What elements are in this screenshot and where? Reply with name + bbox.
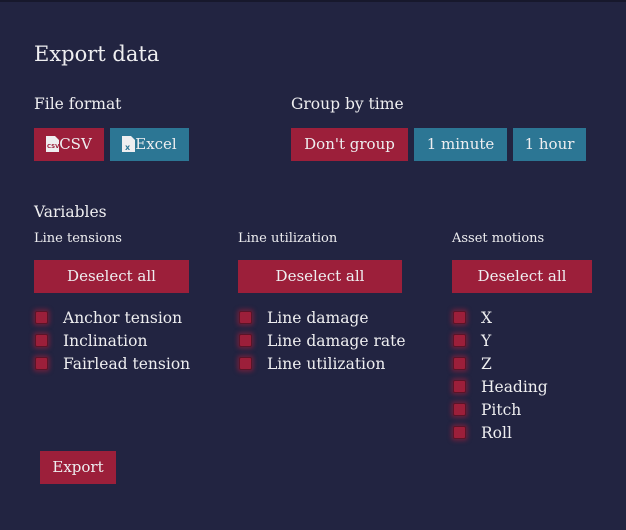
- deselect-all-line-tensions-button[interactable]: Deselect all: [34, 260, 189, 293]
- asset-motions-label: Asset motions: [452, 231, 545, 246]
- checkbox-label: X: [481, 308, 493, 327]
- deselect-all-line-utilization-button[interactable]: Deselect all: [238, 260, 402, 293]
- checkbox[interactable]: [453, 380, 466, 393]
- line-tensions-label: Line tensions: [34, 231, 122, 246]
- deselect-all-asset-motions-button[interactable]: Deselect all: [452, 260, 592, 293]
- checkbox-label: Line damage: [267, 308, 369, 327]
- checkbox[interactable]: [35, 334, 48, 347]
- checkbox-label: Roll: [481, 423, 512, 442]
- checkbox-label: Pitch: [481, 400, 522, 419]
- group-by-time-label: Group by time: [291, 95, 404, 113]
- checkbox-row[interactable]: X: [453, 306, 492, 329]
- checkbox-row[interactable]: Z: [453, 352, 492, 375]
- checkbox-label: Z: [481, 354, 492, 373]
- checkbox-row[interactable]: Line utilization: [239, 352, 385, 375]
- checkbox-label: Fairlead tension: [63, 354, 191, 373]
- checkbox[interactable]: [239, 357, 252, 370]
- file-format-label: File format: [34, 95, 122, 113]
- checkbox[interactable]: [453, 311, 466, 324]
- checkbox-row[interactable]: Roll: [453, 421, 512, 444]
- checkbox-row[interactable]: Heading: [453, 375, 548, 398]
- one-minute-button[interactable]: 1 minute: [414, 128, 507, 161]
- svg-text:CSV: CSV: [47, 144, 59, 150]
- checkbox-label: Inclination: [63, 331, 148, 350]
- checkbox[interactable]: [239, 311, 252, 324]
- checkbox-label: Line damage rate: [267, 331, 406, 350]
- checkbox-label: Heading: [481, 377, 548, 396]
- one-hour-button[interactable]: 1 hour: [513, 128, 586, 161]
- checkbox[interactable]: [35, 311, 48, 324]
- checkbox-label: Y: [481, 331, 492, 350]
- line-utilization-label: Line utilization: [238, 231, 338, 246]
- csv-file-icon: CSV: [46, 135, 60, 153]
- checkbox-row[interactable]: Fairlead tension: [35, 352, 190, 375]
- checkbox[interactable]: [239, 334, 252, 347]
- checkbox-row[interactable]: Line damage: [239, 306, 369, 329]
- checkbox[interactable]: [453, 426, 466, 439]
- checkbox[interactable]: [453, 334, 466, 347]
- page-title: Export data: [34, 42, 160, 66]
- checkbox-label: Anchor tension: [63, 308, 183, 327]
- checkbox-row[interactable]: Pitch: [453, 398, 521, 421]
- csv-label: CSV: [59, 135, 92, 153]
- excel-file-icon: x: [122, 135, 136, 153]
- export-button[interactable]: Export: [40, 451, 116, 484]
- variables-label: Variables: [34, 203, 107, 221]
- checkbox[interactable]: [35, 357, 48, 370]
- checkbox-row[interactable]: Anchor tension: [35, 306, 182, 329]
- checkbox-row[interactable]: Line damage rate: [239, 329, 406, 352]
- csv-button[interactable]: CSV CSV: [34, 128, 104, 161]
- checkbox[interactable]: [453, 357, 466, 370]
- checkbox[interactable]: [453, 403, 466, 416]
- excel-label: Excel: [135, 135, 177, 153]
- excel-button[interactable]: x Excel: [110, 128, 189, 161]
- checkbox-row[interactable]: Inclination: [35, 329, 147, 352]
- checkbox-row[interactable]: Y: [453, 329, 491, 352]
- svg-text:x: x: [125, 143, 131, 152]
- checkbox-label: Line utilization: [267, 354, 386, 373]
- dont-group-button[interactable]: Don't group: [291, 128, 408, 161]
